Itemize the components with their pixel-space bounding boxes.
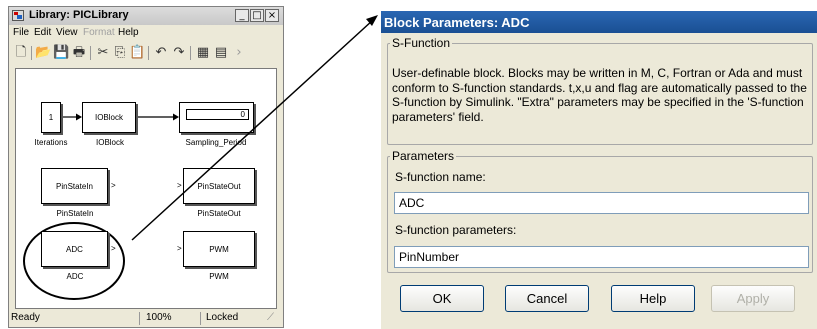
block-description: User-definable block. Blocks may be writ… — [392, 66, 807, 124]
callout-line — [131, 19, 374, 241]
parameters-group-title: Parameters — [392, 149, 455, 163]
sfunction-name-label: S-function name: — [395, 170, 486, 184]
sfunction-parameters-field[interactable]: PinNumber — [394, 246, 809, 268]
ok-button[interactable]: OK — [400, 285, 484, 312]
dialog-title: Block Parameters: ADC — [384, 15, 530, 30]
sfunction-name-field[interactable]: ADC — [394, 192, 809, 214]
sfunction-group: S-Function User-definable block. Blocks … — [387, 36, 813, 145]
help-button[interactable]: Help — [611, 285, 695, 312]
dialog-title-bar[interactable]: Block Parameters: ADC — [381, 11, 817, 33]
sfunction-group-title: S-Function — [392, 36, 451, 50]
cancel-button[interactable]: Cancel — [505, 285, 589, 312]
apply-button[interactable]: Apply — [711, 285, 795, 312]
sfunction-parameters-label: S-function parameters: — [395, 223, 517, 237]
block-parameters-dialog: Block Parameters: ADC S-Function User-de… — [381, 11, 817, 329]
